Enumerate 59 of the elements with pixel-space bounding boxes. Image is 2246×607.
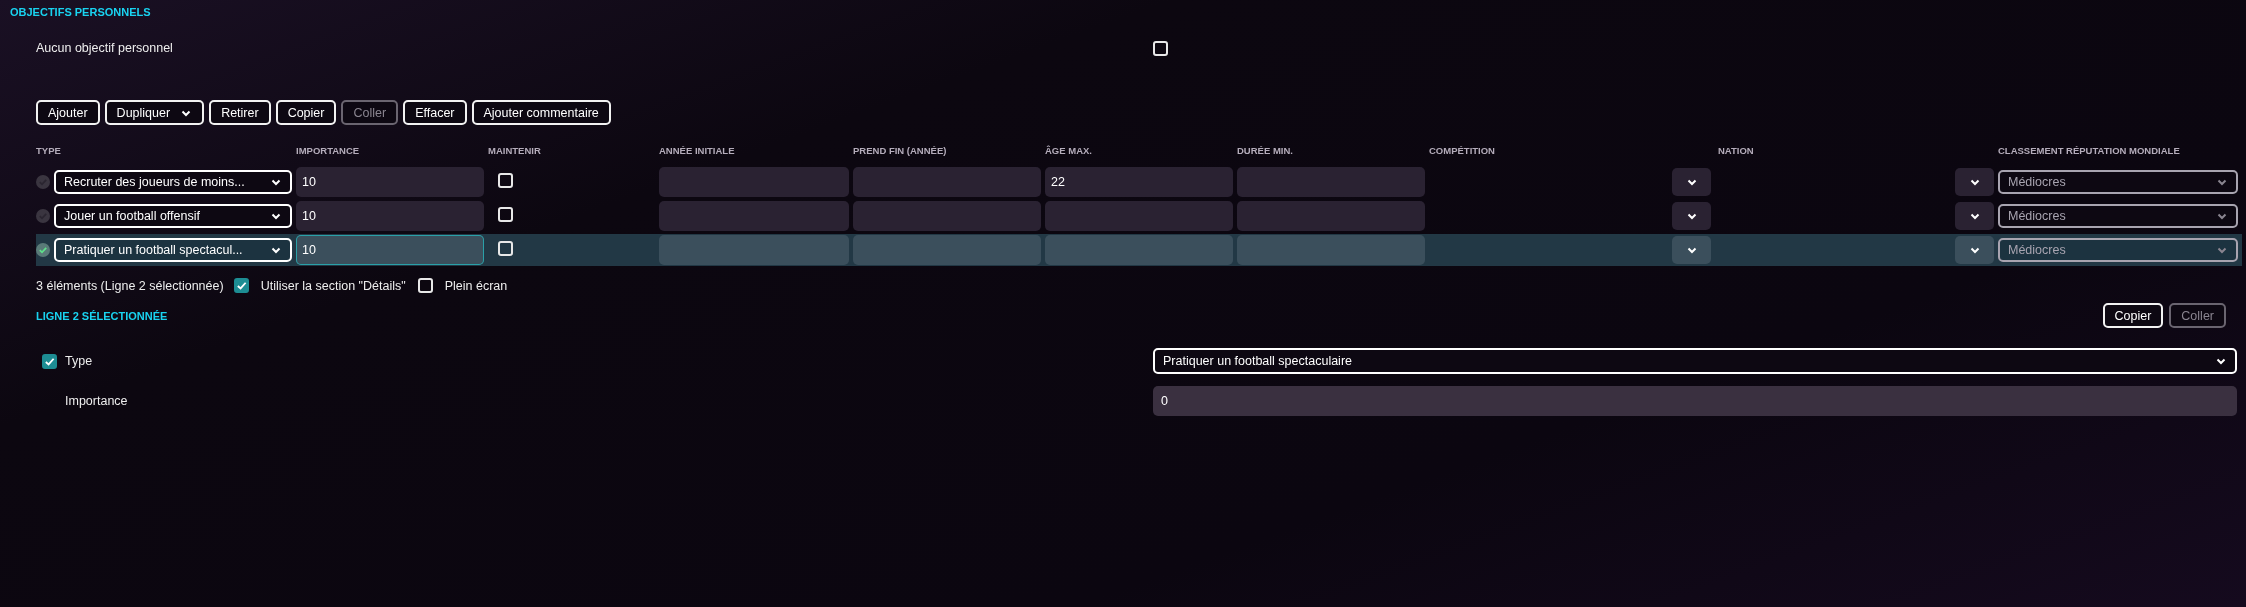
details-button[interactable]: Copier <box>2102 303 2164 328</box>
importance-field[interactable]: 10 <box>296 235 484 265</box>
start-year-field[interactable] <box>659 167 849 197</box>
section-title: OBJECTIFS PERSONNELS <box>9 6 152 18</box>
min-duration-field[interactable] <box>1237 201 1425 231</box>
table-row[interactable]: Recruter des joueurs de moins... 10 22 Médiocres <box>36 166 2242 198</box>
option-label: Aucun objectif personnel <box>36 41 174 55</box>
min-duration-field[interactable] <box>1237 235 1425 265</box>
option-label: Plein écran <box>444 278 508 293</box>
checkbox[interactable] <box>233 278 249 293</box>
type-select[interactable]: Pratiquer un football spectacul... <box>54 238 292 262</box>
dropdown-button[interactable] <box>1672 236 1711 264</box>
column-header: PREND FIN (ANNÉE) <box>853 144 948 156</box>
column-header: DURÉE MIN. <box>1237 144 1294 156</box>
item-count: 3 éléments (Ligne 2 sélectionnée) <box>36 278 224 293</box>
end-year-field[interactable] <box>853 235 1041 265</box>
dropdown-button[interactable] <box>1672 202 1711 230</box>
checkbox[interactable] <box>42 353 57 369</box>
importance-field[interactable]: 0 <box>1153 386 2237 416</box>
end-year-field[interactable] <box>853 167 1041 197</box>
field-label: Importance <box>65 394 128 408</box>
toolbar-button[interactable]: Ajouter <box>36 100 100 125</box>
toolbar-button[interactable]: Dupliquer <box>104 100 205 125</box>
table-row[interactable]: Pratiquer un football spectacul... 10 Médiocres <box>36 234 2242 266</box>
importance-field[interactable]: 10 <box>296 167 484 197</box>
type-select[interactable]: Pratiquer un football spectaculaire <box>1153 348 2237 374</box>
toolbar-button[interactable]: Copier <box>275 100 337 125</box>
section-title: LIGNE 2 SÉLECTIONNÉE <box>36 309 168 322</box>
column-header: MAINTENIR <box>488 144 542 156</box>
toolbar-button[interactable]: Ajouter commentaire <box>471 100 611 125</box>
end-year-field[interactable] <box>853 201 1041 231</box>
start-year-field[interactable] <box>659 235 849 265</box>
column-header: ÂGE MAX. <box>1045 144 1093 156</box>
option-label: Utiliser la section "Détails" <box>260 278 406 293</box>
toolbar-button[interactable]: Effacer <box>403 100 467 125</box>
reputation-select[interactable]: Médiocres <box>1998 238 2238 262</box>
max-age-field[interactable] <box>1045 235 1233 265</box>
dropdown-button[interactable] <box>1672 168 1711 196</box>
toolbar-button[interactable]: Retirer <box>209 100 271 125</box>
dropdown-button[interactable] <box>1955 236 1994 264</box>
column-header: TYPE <box>36 144 62 156</box>
dropdown-button[interactable] <box>1955 168 1994 196</box>
reputation-select[interactable]: Médiocres <box>1998 170 2238 194</box>
column-header: IMPORTANCE <box>296 144 361 156</box>
field-label: Type <box>65 354 93 368</box>
column-header: ANNÉE INITIALE <box>659 144 736 156</box>
start-year-field[interactable] <box>659 201 849 231</box>
max-age-field[interactable]: 22 <box>1045 167 1233 197</box>
min-duration-field[interactable] <box>1237 167 1425 197</box>
dropdown-button[interactable] <box>1955 202 1994 230</box>
table-row[interactable]: Jouer un football offensif 10 Médiocres <box>36 200 2242 232</box>
max-age-field[interactable] <box>1045 201 1233 231</box>
type-select[interactable]: Recruter des joueurs de moins... <box>54 170 292 194</box>
importance-field[interactable]: 10 <box>296 201 484 231</box>
type-select[interactable]: Jouer un football offensif <box>54 204 292 228</box>
column-header: NATION <box>1717 144 1754 156</box>
column-header: CLASSEMENT RÉPUTATION MONDIALE <box>1998 144 2181 156</box>
column-header: COMPÉTITION <box>1429 144 1496 156</box>
reputation-select[interactable]: Médiocres <box>1998 204 2238 228</box>
